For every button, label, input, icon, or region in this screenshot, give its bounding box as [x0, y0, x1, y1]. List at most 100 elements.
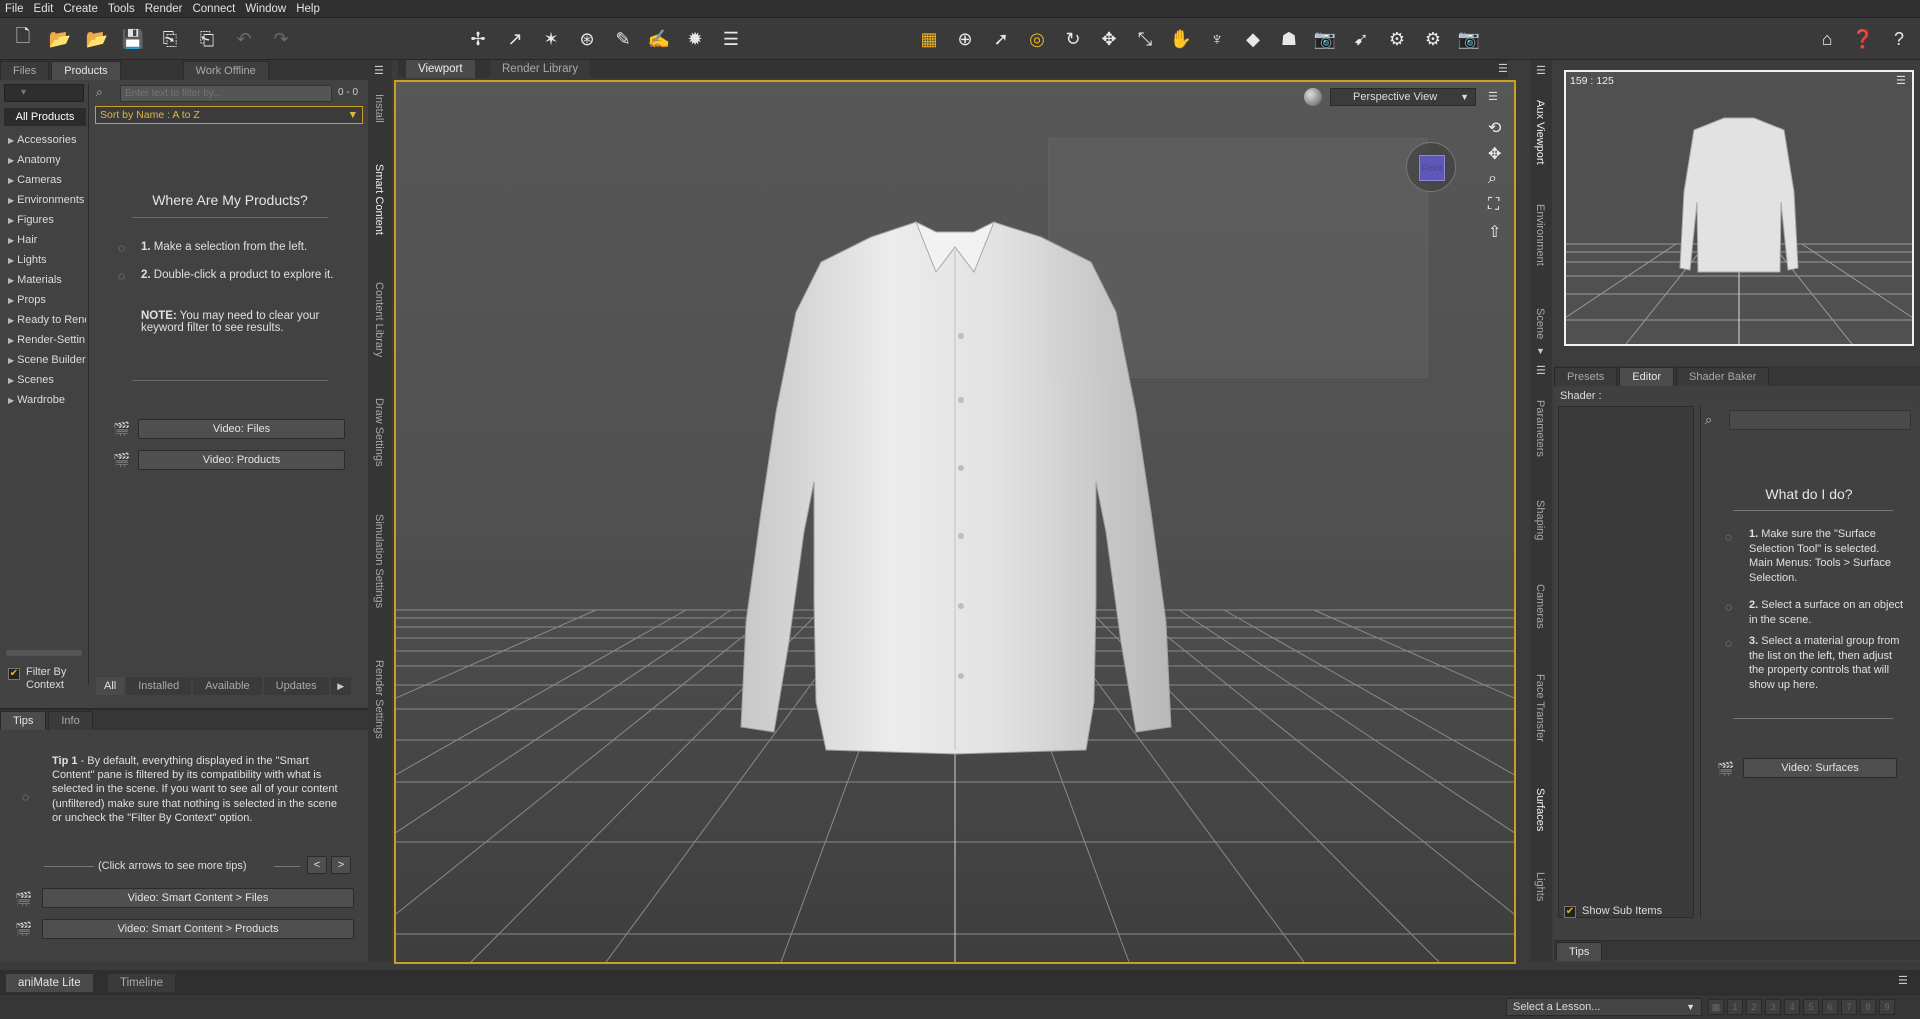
pose-tool-icon[interactable]: ✋ [1168, 26, 1194, 52]
vtab-parameters[interactable]: Parameters [1534, 400, 1546, 457]
category-item[interactable]: Accessories [4, 130, 86, 150]
tab-presets[interactable]: Presets [1554, 367, 1618, 386]
node-tool-icon[interactable]: ✢ [465, 26, 491, 52]
render-settings-icon[interactable]: ⚙ [1384, 26, 1410, 52]
category-item[interactable]: Scenes [4, 370, 86, 390]
category-item[interactable]: Figures [4, 210, 86, 230]
zoom-icon[interactable]: ⌕ [1488, 170, 1497, 188]
tab-render-library[interactable]: Render Library [490, 60, 591, 78]
category-item[interactable]: Materials [4, 270, 86, 290]
camera-icon[interactable]: 📷 [1456, 26, 1482, 52]
tabs-scroll-right-icon[interactable]: ▶ [330, 677, 351, 695]
lesson-page[interactable]: 5 [1803, 999, 1819, 1015]
sort-dropdown[interactable]: Sort by Name : A to Z ▼ [95, 106, 363, 124]
vtab-draw-settings[interactable]: Draw Settings [373, 398, 385, 466]
vtab-environment[interactable]: Environment [1534, 204, 1546, 266]
3d-viewport[interactable]: Perspective View ▼ ☰ Front ⟲ ✥ ⌕ ⛶ ⇧ [394, 80, 1516, 964]
transform-icon[interactable]: ✍ [646, 26, 672, 52]
viewport-menu-icon[interactable]: ☰ [1488, 90, 1498, 103]
rotate-tool-icon[interactable]: ↻ [1060, 26, 1086, 52]
tab-tips[interactable]: Tips [1556, 942, 1603, 961]
render-icon[interactable]: ⚙ [1420, 26, 1446, 52]
tab-info[interactable]: Info [48, 711, 93, 730]
video-products-button[interactable]: Video: Products [138, 450, 345, 470]
help-icon[interactable]: ? [1886, 26, 1912, 52]
menu-window[interactable]: Window [240, 0, 291, 18]
icon-size-slider[interactable] [6, 650, 82, 656]
geometry-sculptor-icon[interactable]: ✎ [610, 26, 636, 52]
view-mode-dropdown[interactable]: Perspective View ▼ [1330, 88, 1476, 106]
import-icon[interactable]: ⎘ [157, 26, 183, 52]
frame-icon[interactable]: ⛶ [1488, 196, 1499, 214]
lesson-page[interactable]: 2 [1746, 999, 1762, 1015]
category-item[interactable]: Props [4, 290, 86, 310]
grid-icon[interactable]: ▦ [916, 26, 942, 52]
tab-files[interactable]: Files [0, 61, 50, 80]
pane-menu-icon[interactable]: ☰ [374, 64, 384, 77]
save-icon[interactable]: 💾 [120, 26, 146, 52]
pane-menu-icon[interactable]: ☰ [1498, 62, 1508, 75]
vtab-simulation-settings[interactable]: Simulation Settings [373, 514, 385, 608]
vtab-lights[interactable]: Lights [1534, 872, 1546, 901]
vtab-install[interactable]: Install [373, 94, 385, 123]
tab-editor[interactable]: Editor [1619, 367, 1675, 386]
aux-menu-icon[interactable]: ☰ [1896, 74, 1906, 87]
vtab-surfaces[interactable]: Surfaces [1534, 788, 1546, 831]
filter-input[interactable] [120, 85, 332, 102]
lesson-page[interactable]: 1 [1727, 999, 1743, 1015]
view-cube[interactable]: Front [1406, 142, 1456, 192]
category-item[interactable]: Hair [4, 230, 86, 250]
vtab-render-settings[interactable]: Render Settings [373, 660, 385, 739]
pane-menu-icon[interactable]: ☰ [1536, 64, 1546, 77]
category-item[interactable]: Ready to Rend [4, 310, 86, 330]
work-offline-button[interactable]: Work Offline [182, 61, 269, 80]
undo-icon[interactable]: ↶ [231, 26, 257, 52]
tab-all[interactable]: All [96, 677, 125, 695]
view-cube-face[interactable]: Front [1419, 155, 1445, 181]
material-list[interactable] [1558, 406, 1694, 918]
tab-available[interactable]: Available [193, 677, 262, 695]
merge-file-icon[interactable]: 📂 [84, 26, 110, 52]
video-sc-files-button[interactable]: Video: Smart Content > Files [42, 888, 354, 908]
joint-editor-icon[interactable]: ↗ [502, 26, 528, 52]
category-item[interactable]: Anatomy [4, 150, 86, 170]
tab-animate-lite[interactable]: aniMate Lite [6, 974, 93, 992]
pan-icon[interactable]: ✥ [1488, 144, 1501, 164]
draw-style-icon[interactable] [1304, 88, 1322, 106]
tab-viewport[interactable]: Viewport [406, 60, 475, 78]
lesson-dropdown[interactable]: Select a Lesson... ▼ [1506, 998, 1702, 1016]
category-item[interactable]: Wardrobe [4, 390, 86, 410]
vtab-smart-content[interactable]: Smart Content [373, 164, 385, 235]
vtab-cameras[interactable]: Cameras [1534, 584, 1546, 629]
new-file-icon[interactable]: 🗋 [10, 26, 36, 52]
show-sub-items-checkbox[interactable]: ✔ [1564, 906, 1576, 918]
align-icon[interactable]: ☰ [718, 26, 744, 52]
property-search-input[interactable] [1729, 410, 1911, 430]
tab-timeline[interactable]: Timeline [108, 974, 176, 992]
surface-selection-icon[interactable]: ◎ [1024, 26, 1050, 52]
lesson-page[interactable]: 3 [1765, 999, 1781, 1015]
menu-tools[interactable]: Tools [103, 0, 140, 18]
category-item[interactable]: Scene Builder [4, 350, 86, 370]
lesson-page[interactable]: 4 [1784, 999, 1800, 1015]
chevron-down-icon[interactable]: ▼ [1536, 346, 1545, 356]
vtab-aux-viewport[interactable]: Aux Viewport [1534, 100, 1546, 165]
tab-products[interactable]: Products [51, 61, 121, 80]
morph-tool-icon[interactable]: ♆ [1204, 26, 1230, 52]
video-sc-products-button[interactable]: Video: Smart Content > Products [42, 919, 354, 939]
video-surfaces-button[interactable]: Video: Surfaces [1743, 758, 1897, 778]
vtab-face-transfer[interactable]: Face Transfer [1534, 674, 1546, 742]
translate-tool-icon[interactable]: ✥ [1096, 26, 1122, 52]
pane-menu-icon[interactable]: ☰ [1898, 974, 1908, 987]
lesson-page[interactable]: 8 [1860, 999, 1876, 1015]
pin-tool-icon[interactable]: ◆ [1240, 26, 1266, 52]
tab-installed[interactable]: Installed [126, 677, 192, 695]
lesson-page[interactable]: 9 [1879, 999, 1895, 1015]
lesson-menu-icon[interactable]: ▦ [1708, 999, 1724, 1015]
reset-view-icon[interactable]: ⇧ [1488, 222, 1501, 242]
geometry-editor-icon[interactable]: ⊛ [574, 26, 600, 52]
pointer-icon[interactable]: ➹ [1348, 26, 1374, 52]
tab-tips[interactable]: Tips [0, 711, 47, 730]
video-files-button[interactable]: Video: Files [138, 419, 345, 439]
camera-add-icon[interactable]: 📷 [1312, 26, 1338, 52]
